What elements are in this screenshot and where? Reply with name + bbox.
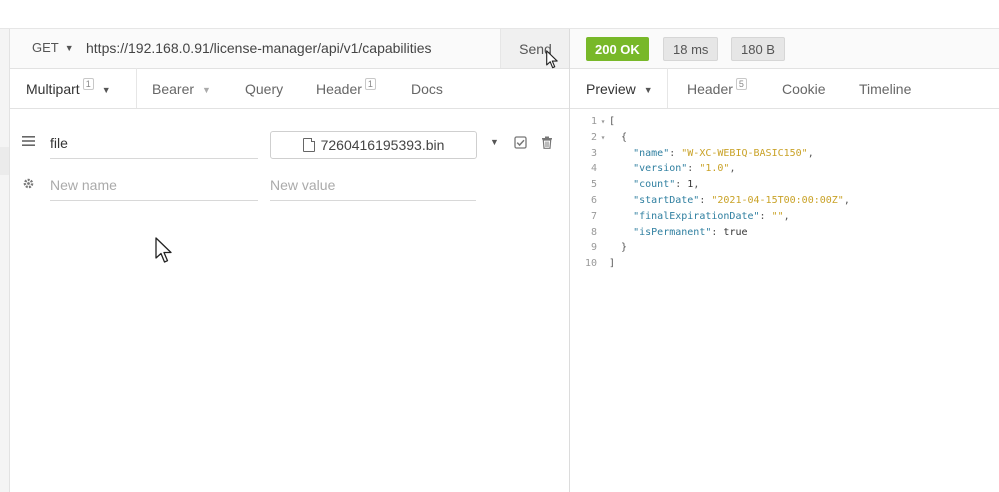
code-line: 4 "version": "1.0", bbox=[590, 163, 736, 175]
code-line: 3 "name": "W-XC-WEBIQ-BASIC150", bbox=[590, 147, 814, 159]
tab-response-header[interactable]: Header 5 bbox=[687, 68, 747, 108]
tab-multipart[interactable]: Multipart 1 ▼ bbox=[26, 68, 111, 108]
json-value: "1.0" bbox=[699, 163, 730, 175]
file-icon bbox=[302, 138, 315, 152]
code-line: 10] bbox=[584, 258, 616, 270]
tab-label: Cookie bbox=[782, 81, 826, 97]
tab-label: Multipart bbox=[26, 81, 80, 97]
param-name-input[interactable]: file bbox=[50, 128, 258, 159]
tab-divider bbox=[136, 68, 137, 108]
chevron-down-icon[interactable]: ▼ bbox=[490, 137, 499, 147]
code-line: 6 "startDate": "2021-04-15T00:00:00Z", bbox=[590, 194, 850, 206]
tab-label: Preview bbox=[586, 81, 636, 97]
json-key: "isPermanent" bbox=[633, 226, 712, 238]
json-key: "version" bbox=[633, 163, 688, 175]
code-line: 8 "isPermanent": true bbox=[590, 226, 748, 238]
url-input[interactable]: https://192.168.0.91/license-manager/api… bbox=[86, 40, 432, 56]
code-line: 9 } bbox=[590, 242, 628, 254]
json-key: "finalExpirationDate" bbox=[633, 210, 760, 222]
chevron-down-icon: ▼ bbox=[202, 85, 211, 95]
checkbox-icon[interactable] bbox=[514, 136, 527, 152]
code-line: 7 "finalExpirationDate": "", bbox=[590, 210, 790, 222]
trash-icon[interactable] bbox=[541, 136, 553, 152]
tab-label: Timeline bbox=[859, 81, 912, 97]
json-value: true bbox=[723, 226, 748, 238]
request-url-bar: GET ▼ https://192.168.0.91/license-manage… bbox=[10, 29, 570, 69]
fold-arrow-icon: ▾ bbox=[600, 132, 606, 142]
left-sidebar-edge bbox=[0, 29, 10, 492]
tab-count-badge: 5 bbox=[735, 78, 747, 90]
json-key: "count" bbox=[633, 179, 676, 191]
tab-label: Docs bbox=[411, 81, 443, 97]
tab-bearer[interactable]: Bearer ▼ bbox=[152, 68, 211, 108]
json-key: "startDate" bbox=[633, 194, 700, 206]
tab-label: Header bbox=[687, 81, 733, 97]
new-name-input[interactable]: New name bbox=[50, 170, 258, 201]
file-name: 7260416195393.bin bbox=[320, 137, 445, 153]
response-tabs: Preview ▼ Header 5 Cookie Timeline bbox=[570, 68, 999, 109]
gear-icon[interactable] bbox=[22, 177, 35, 194]
json-value: "" bbox=[771, 210, 784, 222]
chevron-down-icon: ▼ bbox=[643, 85, 653, 95]
drag-handle-icon[interactable] bbox=[22, 134, 36, 151]
tab-timeline[interactable]: Timeline bbox=[859, 68, 911, 108]
tab-count-badge: 1 bbox=[82, 78, 94, 90]
request-tabs: Multipart 1▼ Bearer ▼ Query Header 1 Docs bbox=[10, 68, 569, 109]
response-time-badge: 18 ms bbox=[663, 37, 719, 61]
fold-arrow-icon: ▾ bbox=[600, 117, 606, 126]
status-badge: 200 OK bbox=[586, 37, 649, 61]
json-key: "name" bbox=[633, 147, 670, 159]
json-value: "2021-04-15T00:00:00Z" bbox=[711, 194, 844, 206]
sidebar-selection-mark bbox=[0, 147, 9, 175]
response-status-bar: 200 OK 18 ms 180 B bbox=[570, 29, 999, 69]
tab-label: Query bbox=[245, 81, 284, 97]
response-body-preview[interactable]: 1 ▾[ 2 ▾ { 3 "name": "W-XC-WEBIQ-BASIC150"… bbox=[575, 114, 850, 272]
new-value-input[interactable]: New value bbox=[270, 170, 476, 201]
code-line: 1 ▾[ bbox=[575, 114, 850, 130]
choose-file-button[interactable]: 7260416195393.bin bbox=[270, 131, 477, 159]
tab-count-badge: 1 bbox=[364, 78, 376, 90]
mouse-pointer-icon bbox=[155, 237, 172, 263]
tab-label: Bearer bbox=[152, 81, 195, 97]
window-top-strip bbox=[0, 0, 999, 29]
tab-divider bbox=[667, 68, 668, 108]
mouse-pointer-icon bbox=[546, 50, 558, 69]
tab-label: Header bbox=[316, 81, 362, 97]
chevron-down-icon: ▼ bbox=[64, 43, 74, 53]
response-size-badge: 180 B bbox=[731, 37, 785, 61]
tab-docs[interactable]: Docs bbox=[411, 68, 443, 108]
tab-cookie[interactable]: Cookie bbox=[782, 68, 826, 108]
method-label: GET bbox=[32, 40, 59, 55]
tab-header[interactable]: Header 1 bbox=[316, 68, 376, 108]
tab-preview[interactable]: Preview ▼ bbox=[586, 68, 653, 108]
json-value: "W-XC-WEBIQ-BASIC150" bbox=[681, 147, 808, 159]
code-line: 2 ▾ { bbox=[575, 130, 850, 146]
method-selector[interactable]: GET ▼ bbox=[32, 40, 74, 55]
chevron-down-icon: ▼ bbox=[101, 85, 111, 95]
tab-query[interactable]: Query bbox=[245, 68, 283, 108]
code-line: 5 "count": 1, bbox=[590, 179, 700, 191]
